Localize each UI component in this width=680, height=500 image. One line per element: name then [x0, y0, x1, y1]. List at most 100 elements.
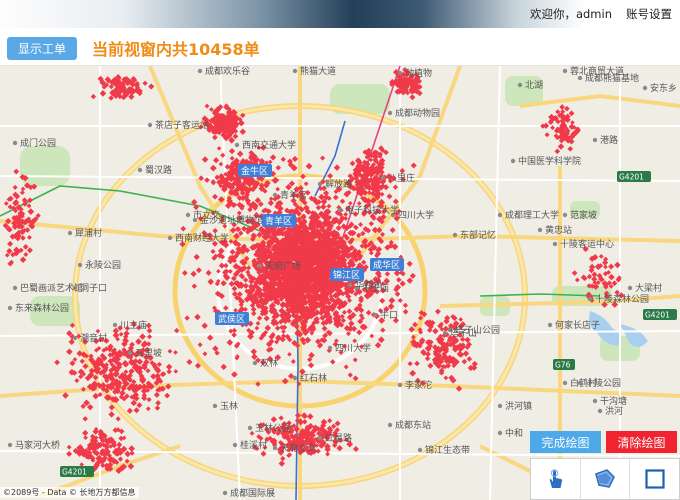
order-marker [82, 429, 89, 437]
hand-tool[interactable] [531, 459, 581, 499]
clear-drawing-button[interactable]: 清除绘图 [606, 431, 677, 453]
polygon-tool[interactable] [581, 459, 631, 499]
order-marker [194, 313, 201, 321]
order-marker [173, 369, 179, 374]
map-place-label: 八里庄 [388, 172, 415, 184]
order-marker [26, 247, 33, 254]
map-place-label: 双林 [260, 357, 278, 369]
order-marker [389, 227, 396, 234]
order-marker [236, 150, 244, 158]
order-marker [377, 336, 385, 344]
map-place-label: 十陵森林公园 [595, 293, 649, 305]
district-tag-label: 金牛区 [241, 165, 268, 177]
poi-icon [592, 398, 598, 404]
highway-shield-label: G4201 [619, 173, 644, 182]
map-place-label: 港路 [600, 134, 618, 146]
order-marker [156, 361, 162, 368]
order-marker [195, 267, 202, 274]
order-marker [174, 327, 180, 334]
order-marker [217, 247, 225, 255]
order-marker [92, 392, 100, 400]
polygon-icon [595, 469, 615, 488]
order-marker [7, 240, 14, 247]
order-marker [86, 403, 94, 411]
order-marker [327, 418, 333, 424]
order-marker [336, 444, 343, 452]
order-marker [559, 104, 565, 110]
order-marker [197, 342, 203, 348]
map-place-label: 川主庙 [120, 319, 147, 331]
map-place-label: 解放路 [325, 178, 352, 190]
poi-icon [592, 137, 598, 143]
account-settings-link[interactable]: 账号设置 [626, 6, 672, 22]
welcome-text: 欢迎你，admin [529, 7, 612, 21]
order-marker [467, 364, 474, 372]
order-marker [260, 450, 267, 457]
order-marker [410, 162, 417, 169]
order-count-title: 当前视窗内共10458单 [92, 40, 260, 59]
order-marker [218, 161, 224, 167]
order-marker [27, 234, 32, 240]
order-marker [207, 278, 214, 285]
rectangle-tool[interactable] [630, 459, 679, 499]
order-marker [368, 221, 374, 227]
order-marker [571, 270, 578, 276]
order-marker [155, 400, 161, 406]
order-marker [332, 194, 339, 201]
highway-shield-label: G76 [555, 361, 571, 370]
order-marker [287, 352, 292, 357]
order-marker [343, 364, 349, 370]
show-orders-button[interactable]: 显示工单 [7, 37, 77, 60]
order-marker [205, 269, 212, 276]
toolbar: 显示工单 当前视窗内共10458单 [0, 28, 680, 66]
order-marker [136, 402, 143, 409]
order-marker [206, 334, 214, 341]
order-marker [239, 128, 247, 135]
order-marker [20, 186, 26, 192]
order-marker [201, 156, 209, 163]
map-place-label: 中和 [505, 427, 523, 439]
order-marker [406, 260, 413, 267]
order-marker [267, 199, 275, 207]
order-marker [280, 156, 286, 162]
order-marker [361, 259, 367, 265]
order-marker [254, 325, 260, 331]
order-marker [557, 143, 565, 150]
order-marker [352, 338, 358, 344]
order-marker [352, 357, 358, 363]
order-marker [402, 302, 409, 309]
order-marker [108, 411, 115, 418]
order-marker [13, 168, 20, 175]
poi-icon [272, 192, 278, 198]
order-marker [74, 378, 80, 384]
poi-icon [234, 142, 240, 148]
order-marker [333, 164, 341, 171]
order-marker [315, 204, 322, 211]
poi-icon [387, 422, 393, 428]
order-marker [386, 193, 393, 200]
poi-icon [547, 322, 553, 328]
poi-icon [222, 490, 228, 496]
map-place-label: 东来森林公园 [15, 302, 69, 314]
poi-icon [292, 375, 298, 381]
poi-icon [397, 382, 403, 388]
order-marker [193, 253, 200, 261]
order-marker [256, 315, 263, 321]
poi-icon [372, 312, 378, 318]
order-marker [434, 308, 441, 315]
finish-drawing-button[interactable]: 完成绘图 [530, 431, 601, 453]
poi-icon [292, 68, 298, 74]
poi-icon [497, 430, 503, 436]
map-place-label: 成门公园 [20, 137, 56, 149]
poi-icon [12, 140, 18, 146]
order-marker [166, 368, 172, 375]
highway-shield-label: G4201 [645, 311, 670, 320]
map-place-label: 北湖 [525, 80, 543, 91]
order-marker [574, 277, 580, 283]
order-marker [544, 132, 550, 138]
order-marker [352, 446, 359, 452]
map-place-label: 电子科技大学 [345, 204, 399, 216]
order-marker [346, 331, 351, 337]
order-marker [243, 277, 249, 283]
park-area [20, 146, 70, 186]
